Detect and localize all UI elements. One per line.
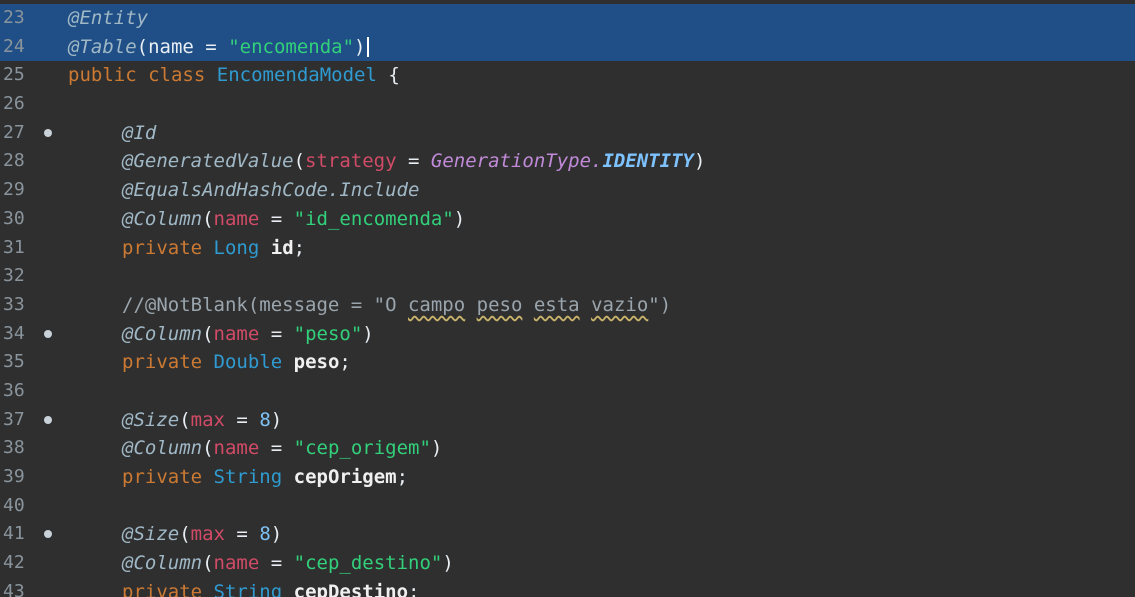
code-line-34[interactable]: 34 @Column(name = "peso") bbox=[0, 320, 1135, 349]
line-number: 40 bbox=[3, 494, 25, 516]
code-line-41[interactable]: 41 @Size(max = 8) bbox=[0, 520, 1135, 549]
code-line-29[interactable]: 29 @EqualsAndHashCode.Include bbox=[0, 176, 1135, 205]
line-number: 35 bbox=[3, 351, 25, 373]
line-number: 24 bbox=[3, 35, 25, 57]
code-line-27[interactable]: 27 @Id bbox=[0, 119, 1135, 148]
spellcheck-warning: campo bbox=[407, 293, 466, 316]
fold-marker-icon[interactable] bbox=[44, 530, 52, 539]
code-line-33[interactable]: 33 //@NotBlank(message = "O campo peso e… bbox=[0, 291, 1135, 320]
line-number: 32 bbox=[3, 265, 25, 287]
fold-marker-icon[interactable] bbox=[44, 415, 52, 424]
code-line-23[interactable]: 23 @Entity bbox=[0, 4, 1135, 33]
code-line-38[interactable]: 38 @Column(name = "cep_origem") bbox=[0, 434, 1135, 463]
line-number: 25 bbox=[3, 64, 25, 86]
annotation-entity: @Entity bbox=[68, 7, 149, 29]
string-literal: "encomenda" bbox=[228, 35, 355, 58]
line-number: 28 bbox=[3, 150, 25, 172]
code-editor[interactable]: 23 @Entity 24 @Table(name = "encomenda")… bbox=[0, 0, 1135, 597]
line-number: 38 bbox=[3, 437, 25, 459]
line-number: 34 bbox=[3, 322, 25, 344]
line-number: 31 bbox=[3, 236, 25, 258]
code-area[interactable]: 23 @Entity 24 @Table(name = "encomenda")… bbox=[0, 4, 1135, 597]
code-line-32[interactable]: 32 bbox=[0, 262, 1135, 291]
line-number: 36 bbox=[3, 379, 25, 401]
line-number: 27 bbox=[3, 121, 25, 143]
line-number: 33 bbox=[3, 293, 25, 315]
code-line-35[interactable]: 35 private Double peso; bbox=[0, 348, 1135, 377]
class-name: EncomendaModel bbox=[216, 64, 377, 87]
code-comment: //@NotBlank(message = "O bbox=[122, 293, 408, 316]
code-line-30[interactable]: 30 @Column(name = "id_encomenda") bbox=[0, 205, 1135, 234]
code-line-42[interactable]: 42 @Column(name = "cep_destino") bbox=[0, 549, 1135, 578]
line-number: 42 bbox=[3, 552, 25, 574]
code-line-26[interactable]: 26 bbox=[0, 90, 1135, 119]
fold-marker-icon[interactable] bbox=[44, 329, 52, 338]
fold-marker-icon[interactable] bbox=[44, 128, 52, 137]
code-line-31[interactable]: 31 private Long id; bbox=[0, 234, 1135, 263]
code-line-24[interactable]: 24 @Table(name = "encomenda") bbox=[0, 32, 1135, 62]
code-line-37[interactable]: 37 @Size(max = 8) bbox=[0, 406, 1135, 435]
text-caret bbox=[367, 37, 370, 58]
line-number: 26 bbox=[3, 93, 25, 115]
code-line-40[interactable]: 40 bbox=[0, 492, 1135, 521]
code-line-28[interactable]: 28 @GeneratedValue(strategy = Generation… bbox=[0, 147, 1135, 176]
code-line-39[interactable]: 39 private String cepOrigem; bbox=[0, 463, 1135, 492]
code-line-36[interactable]: 36 bbox=[0, 377, 1135, 406]
line-number: 43 bbox=[3, 580, 25, 597]
line-number: 29 bbox=[3, 179, 25, 201]
code-line-43[interactable]: 43 private String cepDestino; bbox=[0, 578, 1135, 597]
line-number: 37 bbox=[3, 408, 25, 430]
line-number: 39 bbox=[3, 466, 25, 487]
line-number: 23 bbox=[3, 7, 25, 28]
line-number: 30 bbox=[3, 207, 25, 229]
line-number: 41 bbox=[3, 523, 25, 545]
annotation-table: @Table bbox=[68, 35, 137, 58]
code-line-25[interactable]: 25 public class EncomendaModel { bbox=[0, 61, 1135, 90]
